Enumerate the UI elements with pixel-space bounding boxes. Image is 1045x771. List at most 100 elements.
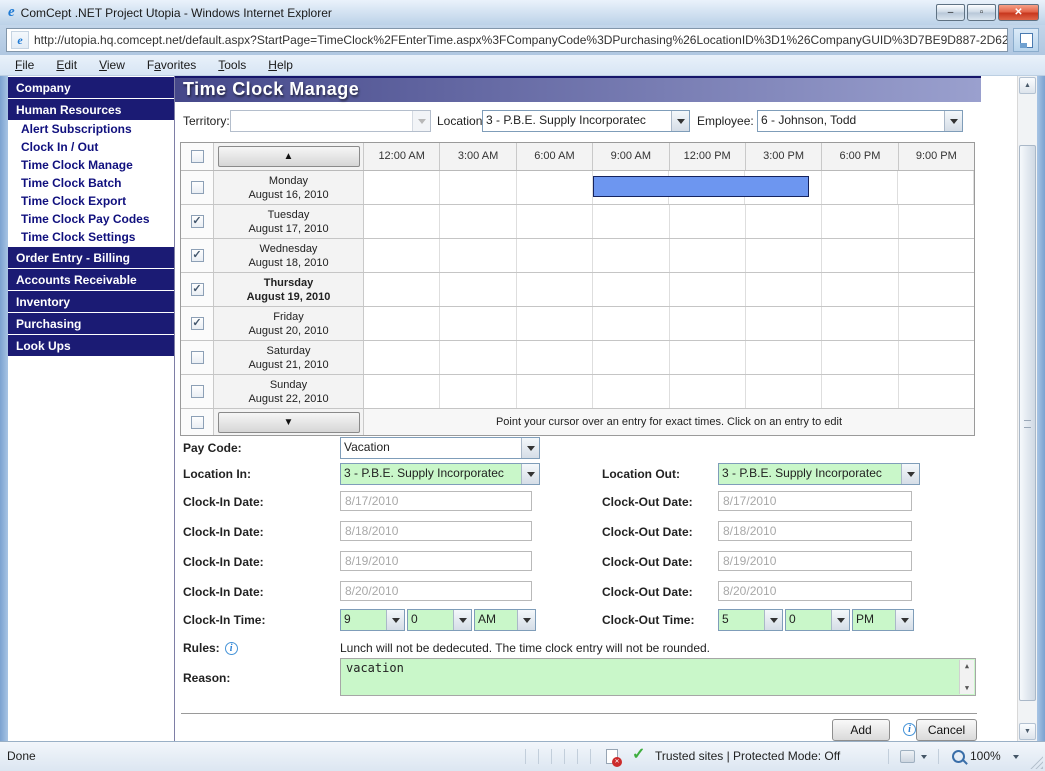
reason-textarea[interactable]: vacation ▲ ▼ xyxy=(340,658,976,696)
close-button[interactable]: ✕ xyxy=(998,4,1039,21)
zoom-magnifier-icon[interactable] xyxy=(952,750,965,763)
sidebar-item-company[interactable]: Company xyxy=(8,77,174,98)
scrollbar-down-button[interactable]: ▼ xyxy=(1019,723,1036,740)
cancel-button[interactable]: Cancel xyxy=(916,719,977,741)
zoom-level[interactable]: 100% xyxy=(970,742,1001,771)
security-zone-text[interactable]: Trusted sites | Protected Mode: Off xyxy=(655,742,840,771)
resize-grip[interactable] xyxy=(1030,756,1043,769)
scroll-up-button[interactable]: ▲ xyxy=(218,146,360,167)
sidebar-item-inventory[interactable]: Inventory xyxy=(8,291,174,312)
pay-code-select[interactable]: Vacation xyxy=(340,437,540,459)
clock-in-date-input[interactable]: 8/20/2010 xyxy=(340,581,532,601)
clock-out-date-input[interactable]: 8/19/2010 xyxy=(718,551,912,571)
row-checkbox-friday[interactable]: ✓ xyxy=(191,317,204,330)
time-column xyxy=(746,273,822,306)
footer-checkbox[interactable] xyxy=(191,416,204,429)
clock-out-minute-select[interactable]: 0 xyxy=(785,609,850,631)
employee-select[interactable]: 6 - Johnson, Todd xyxy=(757,110,963,132)
row-checkbox-saturday[interactable] xyxy=(191,351,204,364)
clock-in-ampm-select[interactable]: AM xyxy=(474,609,536,631)
clock-in-hour-select[interactable]: 9 xyxy=(340,609,405,631)
employee-label: Employee: xyxy=(697,108,754,134)
vertical-scrollbar[interactable]: ▲ ▼ xyxy=(1017,76,1037,741)
row-checkbox-thursday[interactable]: ✓ xyxy=(191,283,204,296)
sidebar-item-time-clock-export[interactable]: Time Clock Export xyxy=(8,192,174,210)
zoom-dropdown-icon[interactable] xyxy=(1013,755,1019,762)
clock-in-date-label: Clock-In Date: xyxy=(183,520,264,544)
sidebar-item-human-resources[interactable]: Human Resources xyxy=(8,99,174,120)
location-out-value: 3 - P.B.E. Supply Incorporatec xyxy=(719,464,901,484)
menu-help[interactable]: Help xyxy=(257,56,304,74)
menu-tools[interactable]: Tools xyxy=(207,56,257,74)
privacy-dropdown-icon[interactable] xyxy=(921,755,927,762)
sidebar-item-alert-subscriptions[interactable]: Alert Subscriptions xyxy=(8,120,174,138)
clock-in-date-input[interactable]: 8/17/2010 xyxy=(340,491,532,511)
statusbar-separator xyxy=(564,749,565,764)
sidebar-item-accounts-receivable[interactable]: Accounts Receivable xyxy=(8,269,174,290)
menu-file[interactable]: File xyxy=(4,56,45,74)
scrollbar-up-button[interactable]: ▲ xyxy=(1019,77,1036,94)
clock-in-date-input[interactable]: 8/18/2010 xyxy=(340,521,532,541)
reason-scrollbar[interactable]: ▲ ▼ xyxy=(959,660,974,694)
menu-bar: FileEditViewFavoritesToolsHelp xyxy=(0,55,1045,76)
clock-out-ampm-select[interactable]: PM xyxy=(852,609,914,631)
content: Time Clock Manage Territory: Location: 3… xyxy=(175,76,1017,741)
sidebar-item-order-entry-billing[interactable]: Order Entry - Billing xyxy=(8,247,174,268)
sidebar-item-look-ups[interactable]: Look Ups xyxy=(8,335,174,356)
scroll-down-button[interactable]: ▼ xyxy=(218,412,360,433)
day-name: Thursday xyxy=(214,276,363,290)
clock-in-minute-select[interactable]: 0 xyxy=(407,609,472,631)
location-out-select[interactable]: 3 - P.B.E. Supply Incorporatec xyxy=(718,463,920,485)
clock-out-date-input[interactable]: 8/17/2010 xyxy=(718,491,912,511)
row-checkbox-sunday[interactable] xyxy=(191,385,204,398)
privacy-icon[interactable] xyxy=(900,750,915,763)
sidebar-item-purchasing[interactable]: Purchasing xyxy=(8,313,174,334)
row-checkbox-wednesday[interactable]: ✓ xyxy=(191,249,204,262)
clock-out-date-input[interactable]: 8/18/2010 xyxy=(718,521,912,541)
menu-view[interactable]: View xyxy=(88,56,136,74)
sidebar-item-time-clock-batch[interactable]: Time Clock Batch xyxy=(8,174,174,192)
row-checkbox-tuesday[interactable]: ✓ xyxy=(191,215,204,228)
row-select-cell: ✓ xyxy=(181,273,214,306)
menu-edit[interactable]: Edit xyxy=(45,56,88,74)
add-info-icon[interactable]: i xyxy=(903,723,916,736)
dropdown-arrow-icon xyxy=(453,610,471,630)
info-icon[interactable]: i xyxy=(225,642,238,655)
row-checkbox-monday[interactable] xyxy=(191,181,204,194)
time-column xyxy=(517,375,593,408)
maximize-button[interactable]: ▫ xyxy=(967,4,996,21)
sidebar-item-time-clock-settings[interactable]: Time Clock Settings xyxy=(8,228,174,246)
compatibility-view-button[interactable] xyxy=(1013,28,1039,52)
sidebar-item-time-clock-manage[interactable]: Time Clock Manage xyxy=(8,156,174,174)
blocked-content-icon[interactable] xyxy=(606,749,618,764)
territory-select[interactable] xyxy=(230,110,431,132)
time-header-6-00-am: 6:00 AM xyxy=(517,143,593,170)
grid-row-wednesday: ✓WednesdayAugust 18, 2010 xyxy=(181,239,974,273)
status-text: Done xyxy=(7,742,36,771)
location-select[interactable]: 3 - P.B.E. Supply Incorporatec xyxy=(482,110,690,132)
clock-in-date-input[interactable]: 8/19/2010 xyxy=(340,551,532,571)
time-column xyxy=(593,273,669,306)
clock-out-hour-select[interactable]: 5 xyxy=(718,609,783,631)
dropdown-arrow-icon xyxy=(944,111,962,131)
dropdown-arrow-icon xyxy=(521,464,539,484)
location-in-select[interactable]: 3 - P.B.E. Supply Incorporatec xyxy=(340,463,540,485)
minimize-button[interactable]: – xyxy=(936,4,965,21)
sidebar-item-clock-in-out[interactable]: Clock In / Out xyxy=(8,138,174,156)
add-button[interactable]: Add xyxy=(832,719,890,741)
reason-row: Reason: vacation ▲ ▼ xyxy=(175,658,981,698)
url-input[interactable]: e http://utopia.hq.comcept.net/default.a… xyxy=(6,28,1008,52)
time-column xyxy=(822,307,898,340)
menu-favorites[interactable]: Favorites xyxy=(136,56,207,74)
reason-label: Reason: xyxy=(183,658,230,698)
header-checkbox[interactable] xyxy=(191,150,204,163)
scrollbar-thumb[interactable] xyxy=(1019,145,1036,701)
sidebar-item-time-clock-pay-codes[interactable]: Time Clock Pay Codes xyxy=(8,210,174,228)
statusbar-separator xyxy=(938,749,939,764)
time-header-6-00-pm: 6:00 PM xyxy=(822,143,898,170)
time-column xyxy=(593,307,669,340)
territory-value xyxy=(231,111,412,131)
clock-out-date-input[interactable]: 8/20/2010 xyxy=(718,581,912,601)
time-entry-bar[interactable] xyxy=(593,176,809,197)
day-name: Wednesday xyxy=(214,242,363,256)
